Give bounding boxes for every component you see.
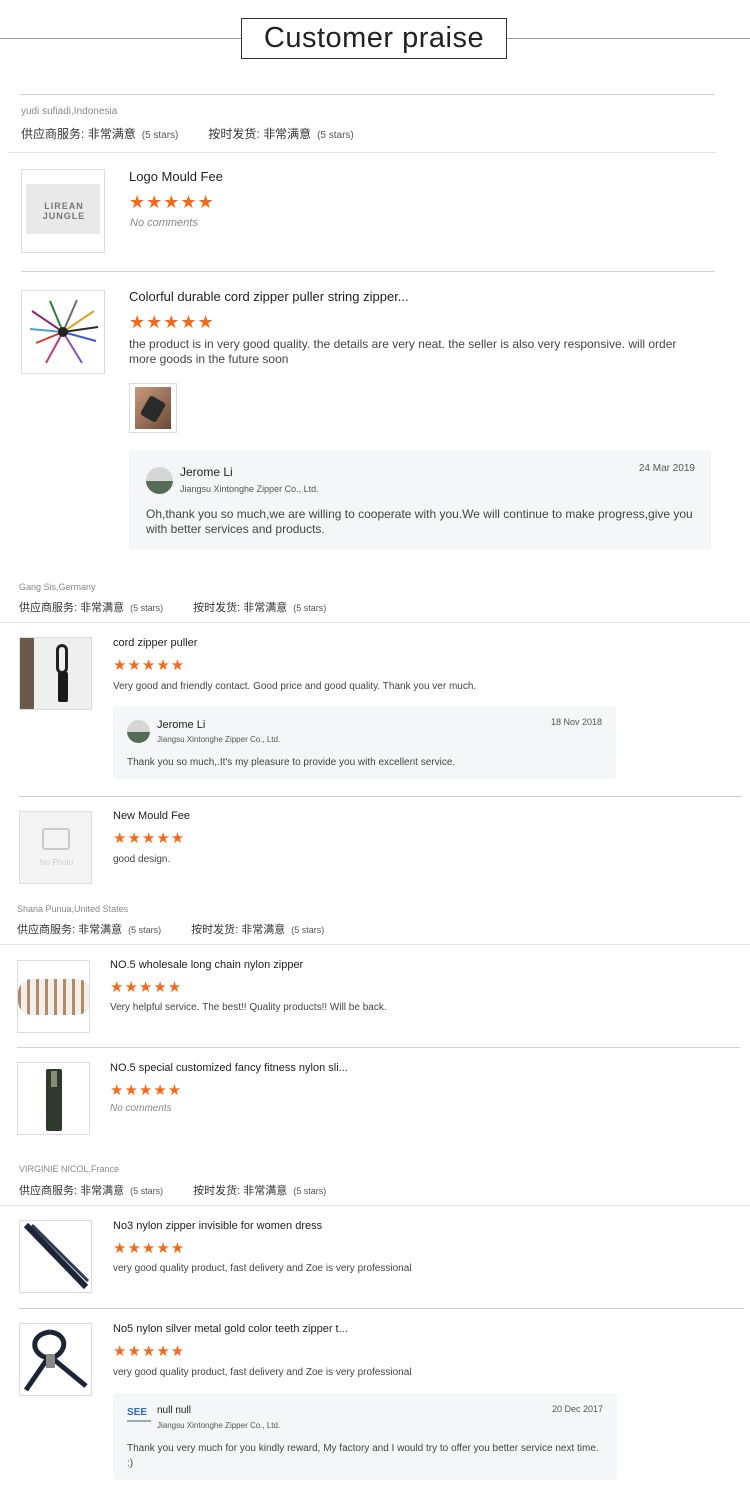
review-comment: the product is in very good quality. the…: [129, 337, 677, 366]
product-thumbnail[interactable]: [19, 1220, 92, 1293]
reviewer-name: VIRGINIE NICOL,France: [19, 1164, 120, 1174]
logo-thumb-text: LIREAN JUNGLE: [42, 201, 86, 221]
rating-summary: 供应商服务: 非常满意 (5 stars) 按时发货: 非常满意 (5 stars): [19, 1185, 327, 1197]
product-thumbnail[interactable]: [19, 637, 92, 710]
divider: [21, 271, 715, 272]
product-title[interactable]: No5 nylon silver metal gold color teeth …: [113, 1323, 348, 1335]
reply-author: Jerome Li: [157, 719, 206, 731]
review-comment: very good quality product, fast delivery…: [113, 1367, 412, 1378]
reviewer-name: yudi sufiadi,Indonesia: [21, 106, 118, 117]
rating-summary: 供应商服务: 非常满意 (5 stars) 按时发货: 非常满意 (5 stars): [17, 924, 325, 936]
review-comment: very good quality product, fast delivery…: [113, 1263, 412, 1274]
review-photo[interactable]: [129, 383, 177, 433]
reply-text: Thank you very much for you kindly rewar…: [127, 1443, 599, 1469]
product-title[interactable]: cord zipper puller: [113, 637, 197, 649]
product-title[interactable]: Logo Mould Fee: [129, 169, 223, 184]
product-title[interactable]: Colorful durable cord zipper puller stri…: [129, 289, 409, 304]
reply-date: 24 Mar 2019: [638, 463, 695, 474]
avatar: [127, 720, 150, 743]
product-thumbnail[interactable]: [21, 290, 105, 374]
rating-stars: ★★★★★: [113, 830, 186, 847]
reviewer-name: Shana Punua,United States: [17, 904, 129, 914]
company-logo: SEE: [127, 1408, 151, 1428]
reply-author: null null: [157, 1405, 191, 1416]
no-photo-label: No Photo: [39, 858, 74, 867]
rating-stars: ★★★★★: [113, 1240, 186, 1257]
reply-company: Jiangsu Xintonghe Zipper Co., Ltd.: [180, 484, 319, 494]
seller-reply: Jerome Li Jiangsu Xintonghe Zipper Co., …: [129, 450, 711, 550]
rating-summary: 供应商服务: 非常满意 (5 stars) 按时发货: 非常满意 (5 stars): [19, 602, 327, 614]
reply-text: Oh,thank you so much,we are willing to c…: [146, 507, 693, 536]
metal-zipper-image: [23, 1329, 88, 1392]
cord-pullers-image: [29, 299, 99, 364]
product-thumbnail[interactable]: No Photo: [19, 811, 92, 884]
reply-author: Jerome Li: [180, 465, 233, 479]
title-divider-left: [0, 38, 241, 39]
rating-summary: 供应商服务: 非常满意 (5 stars) 按时发货: 非常满意 (5 stars): [21, 127, 354, 141]
rating-stars: ★★★★★: [113, 1343, 186, 1360]
avatar: [146, 467, 173, 494]
review-comment: No comments: [110, 1103, 172, 1114]
divider: [19, 1308, 744, 1309]
reply-date: 20 Dec 2017: [551, 1404, 603, 1414]
product-title[interactable]: No3 nylon zipper invisible for women dre…: [113, 1220, 322, 1232]
review-comment: Very good and friendly contact. Good pri…: [113, 681, 477, 692]
rating-stars: ★★★★★: [113, 657, 186, 674]
reply-date: 18 Nov 2018: [550, 717, 602, 727]
page-title: Customer praise: [241, 18, 507, 59]
section-divider: [20, 94, 715, 95]
product-title[interactable]: New Mould Fee: [113, 810, 190, 822]
no-photo-icon: [42, 828, 70, 850]
rating-stars: ★★★★★: [110, 1082, 183, 1099]
product-thumbnail[interactable]: LIREAN JUNGLE: [21, 169, 105, 253]
reply-company: Jiangsu Xintonghe Zipper Co., Ltd.: [157, 1421, 281, 1430]
review-comment: Very helpful service. The best!! Quality…: [110, 1002, 387, 1013]
reply-text: Thank you so much,.It's my pleasure to p…: [127, 757, 456, 768]
rating-stars: ★★★★★: [110, 979, 183, 996]
divider: [0, 622, 750, 623]
rating-stars: ★★★★★: [129, 192, 215, 212]
rating-stars: ★★★★★: [129, 312, 215, 332]
reply-company: Jiangsu Xintonghe Zipper Co., Ltd.: [157, 735, 281, 744]
review-comment: good design.: [113, 854, 171, 865]
product-title[interactable]: NO.5 special customized fancy fitness ny…: [110, 1062, 348, 1074]
invisible-zipper-image: [23, 1222, 90, 1290]
title-divider-right: [507, 38, 750, 39]
product-thumbnail[interactable]: [19, 1323, 92, 1396]
product-thumbnail[interactable]: [17, 1062, 90, 1135]
divider: [0, 944, 750, 945]
seller-reply: Jerome Li Jiangsu Xintonghe Zipper Co., …: [113, 706, 616, 779]
divider: [19, 796, 742, 797]
review-comment: No comments: [130, 217, 198, 229]
reviewer-name: Gang Sis,Germany: [19, 582, 96, 592]
divider: [17, 1047, 740, 1048]
divider: [0, 1205, 750, 1206]
product-thumbnail[interactable]: [17, 960, 90, 1033]
divider: [8, 152, 716, 153]
seller-reply: SEE null null Jiangsu Xintonghe Zipper C…: [113, 1393, 617, 1480]
product-title[interactable]: NO.5 wholesale long chain nylon zipper: [110, 959, 303, 971]
